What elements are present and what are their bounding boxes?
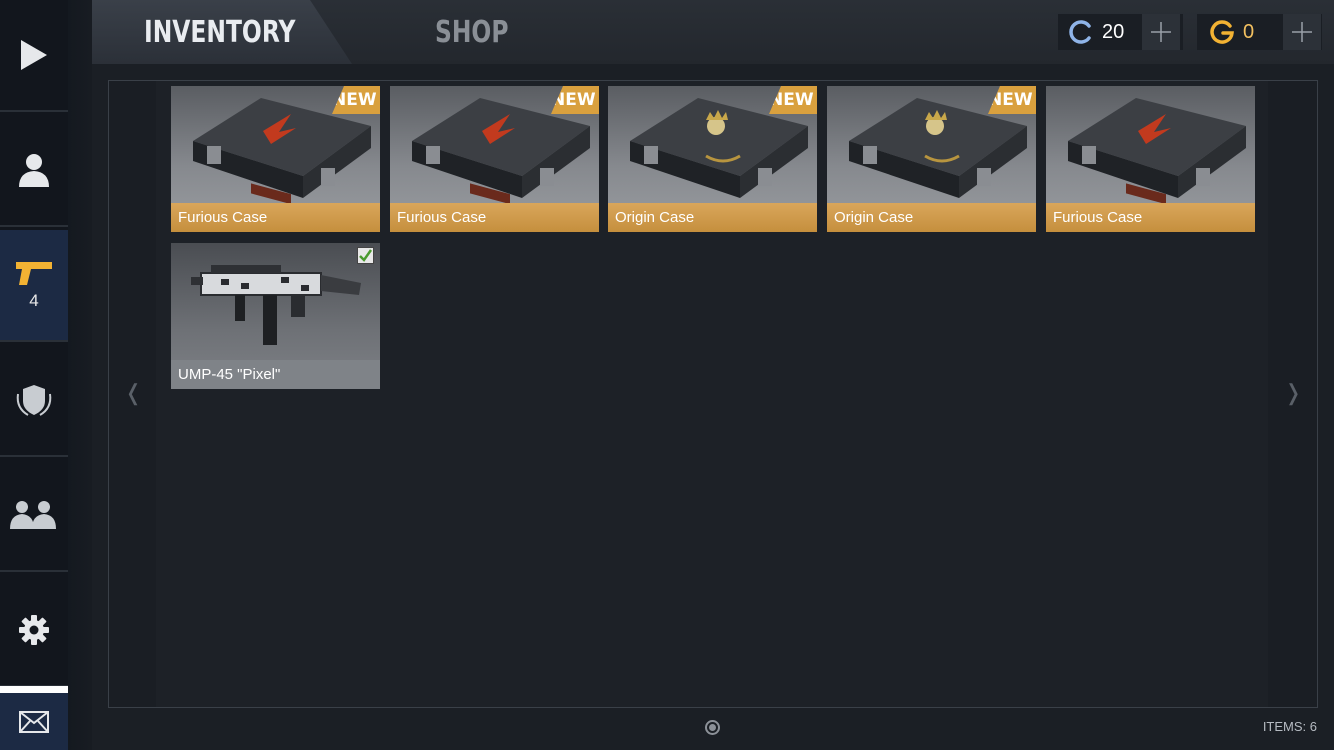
inventory-item-origin-case[interactable]: NEW Origin Case (827, 86, 1036, 232)
inventory-item-furious-case[interactable]: Furious Case (1046, 86, 1255, 232)
gold-g-icon (1210, 20, 1234, 44)
next-page-arrow[interactable]: ❭ (1284, 380, 1302, 406)
sidebar-item-weapons[interactable]: 4 (0, 230, 68, 342)
tab-inventory[interactable]: INVENTORY (92, 0, 352, 64)
credits-c-icon (1069, 20, 1091, 44)
item-name: Furious Case (1046, 203, 1255, 232)
inventory-item-furious-case[interactable]: NEW Furious Case (171, 86, 380, 232)
equipped-checkbox (357, 247, 374, 264)
gold-amount: 0 (1243, 20, 1255, 43)
sidebar-item-rank[interactable] (0, 345, 68, 457)
inventory-item-furious-case[interactable]: NEW Furious Case (390, 86, 599, 232)
checkmark-icon (359, 249, 373, 262)
ump45-weapon-art (191, 265, 361, 345)
sidebar: 4 (0, 0, 68, 750)
furious-case-art (1068, 98, 1246, 204)
tab-shop-label: SHOP (435, 14, 509, 50)
add-gold-button[interactable] (1283, 14, 1321, 50)
items-count: ITEMS: 6 (1262, 719, 1317, 734)
mail-icon (19, 710, 49, 733)
add-credits-button[interactable] (1142, 14, 1180, 50)
gear-icon (19, 615, 49, 645)
play-icon (21, 40, 47, 70)
pistol-icon (16, 262, 52, 285)
credits-amount: 20 (1102, 20, 1125, 43)
weapons-count-badge: 4 (29, 291, 39, 310)
item-name: Origin Case (827, 203, 1036, 232)
sidebar-item-friends[interactable] (0, 460, 68, 572)
item-name: Furious Case (390, 203, 599, 232)
sidebar-item-profile[interactable] (0, 115, 68, 227)
page-indicator (705, 720, 720, 735)
sidebar-item-settings[interactable] (0, 575, 68, 687)
gold-currency: 0 (1197, 14, 1322, 50)
credits-currency: 20 (1058, 14, 1183, 50)
plus-icon (1151, 22, 1171, 42)
sidebar-item-play[interactable] (0, 0, 68, 112)
prev-page-arrow[interactable]: ❬ (124, 380, 142, 406)
sidebar-edge (68, 0, 92, 750)
inventory-item-ump45-pixel[interactable]: UMP-45 "Pixel" (171, 243, 380, 389)
item-name: UMP-45 "Pixel" (171, 360, 380, 389)
inventory-item-origin-case[interactable]: NEW Origin Case (608, 86, 817, 232)
profile-icon (19, 154, 49, 187)
friends-icon (10, 501, 56, 529)
tab-inventory-label: INVENTORY (144, 14, 296, 50)
sidebar-item-mail[interactable] (0, 686, 68, 750)
item-name: Furious Case (171, 203, 380, 232)
shield-icon (16, 385, 52, 416)
tab-shop[interactable]: SHOP (420, 0, 540, 64)
plus-icon (1292, 22, 1312, 42)
item-name: Origin Case (608, 203, 817, 232)
